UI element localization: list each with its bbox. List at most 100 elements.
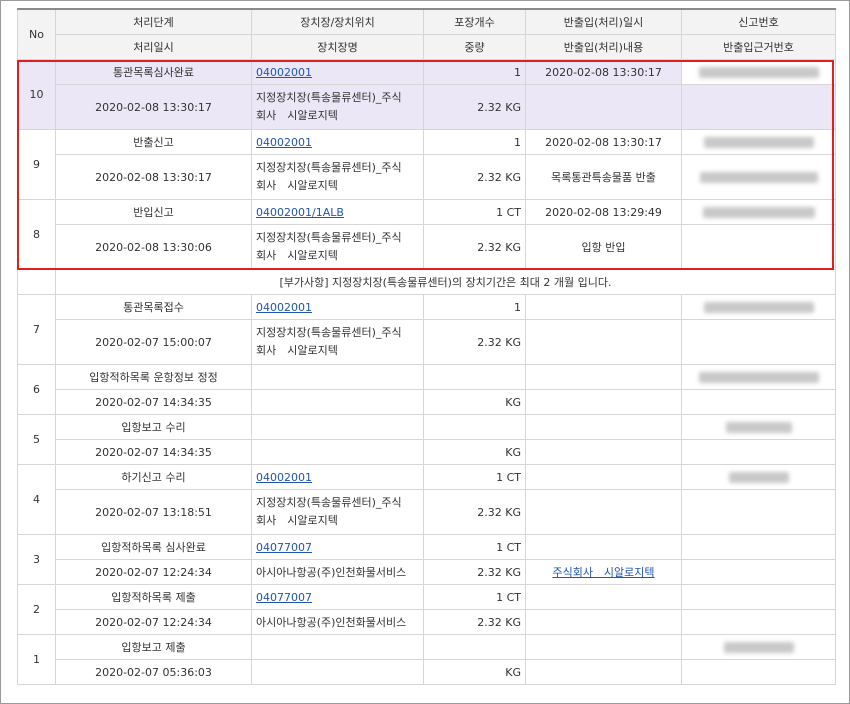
row-no: 10 <box>17 59 56 130</box>
row-process-time: 2020-02-07 15:00:07 <box>55 319 252 365</box>
row-io-time <box>525 584 682 610</box>
row-stage: 반출신고 <box>55 129 252 155</box>
row-weight: KG <box>423 389 526 415</box>
row-warehouse-name: 지정장치장(특송물류센터)_주식 회사 시알로지텍 <box>251 84 424 130</box>
redacted-declaration-no <box>703 302 814 313</box>
row-basis-no <box>681 559 836 585</box>
row-io-time <box>525 364 682 390</box>
row-warehouse-name: 아시아나항공(주)인천화물서비스 <box>251 609 424 635</box>
row-declaration-no <box>681 464 836 490</box>
table-row: 8 반입신고 04002001/1ALB 1 CT 2020-02-08 13:… <box>17 199 836 270</box>
row-declaration-no <box>681 294 836 320</box>
row-no: 7 <box>17 294 56 365</box>
header-row-1: No 처리단계 장치장/장치위치 포장개수 반출입(처리)일시 신고번호 <box>17 8 836 60</box>
warehouse-name-line1: 지정장치장(특송물류센터)_주식 <box>256 161 402 174</box>
row-stage: 입항적하목록 운항정보 정정 <box>55 364 252 390</box>
row-warehouse-name <box>251 389 424 415</box>
row-io-content <box>525 389 682 415</box>
row-declaration-no <box>681 199 836 225</box>
header-declaration-no: 신고번호 <box>681 8 836 35</box>
row-io-content <box>525 609 682 635</box>
row-warehouse-name <box>251 439 424 465</box>
row-location[interactable]: 04002001 <box>251 59 424 85</box>
notice-text: [부가사항] 지정장치장(특송물류센터)의 장치기간은 최대 2 개월 입니다. <box>55 269 836 295</box>
row-location[interactable]: 04077007 <box>251 534 424 560</box>
table-row: 2020-02-07 13:18:51 지정장치장(특송물류센터)_주식 회사 시… <box>18 489 836 535</box>
table-row: 2020-02-07 12:24:34 아시아나항공(주)인천화물서비스 2.3… <box>18 609 836 635</box>
row-location[interactable]: 04002001 <box>251 464 424 490</box>
redacted-declaration-no <box>725 422 792 433</box>
row-location[interactable]: 04002001 <box>251 129 424 155</box>
row-weight: 2.32 KG <box>423 319 526 365</box>
warehouse-name-line1: 지정장치장(특송물류센터)_주식 <box>256 231 402 244</box>
location-link[interactable]: 04002001 <box>256 301 312 314</box>
row-io-content: 목록통관특송물품 반출 <box>525 154 682 200</box>
row-basis-no <box>681 659 836 685</box>
row-stage: 입항적하목록 제출 <box>55 584 252 610</box>
location-link[interactable]: 04077007 <box>256 541 312 554</box>
row-io-content <box>525 439 682 465</box>
row-weight: KG <box>423 439 526 465</box>
table-row: 2020-02-07 14:34:35 KG <box>18 389 836 415</box>
table-row: 2020-02-08 13:30:06 지정장치장(특송물류센터)_주식 회사 시… <box>18 224 836 270</box>
row-package-count <box>423 634 526 660</box>
table-row: 2020-02-07 14:34:35 KG <box>18 439 836 465</box>
row-location[interactable]: 04077007 <box>251 584 424 610</box>
row-io-time <box>525 414 682 440</box>
row-package-count: 1 CT <box>423 584 526 610</box>
row-io-time <box>525 464 682 490</box>
warehouse-name-line1: 지정장치장(특송물류센터)_주식 <box>256 91 402 104</box>
row-io-time <box>525 634 682 660</box>
row-weight: 2.32 KG <box>423 84 526 130</box>
row-process-time: 2020-02-07 14:34:35 <box>55 389 252 415</box>
header-no: No <box>17 8 56 60</box>
row-process-time: 2020-02-07 13:18:51 <box>55 489 252 535</box>
table-row: 2020-02-07 05:36:03 KG <box>18 659 836 685</box>
row-stage: 통관목록심사완료 <box>55 59 252 85</box>
row-declaration-no <box>681 584 836 610</box>
row-warehouse-name: 아시아나항공(주)인천화물서비스 <box>251 559 424 585</box>
row-no: 4 <box>17 464 56 535</box>
row-io-content[interactable]: 주식회사 시알로지텍 <box>525 559 682 585</box>
row-package-count: 1 CT <box>423 464 526 490</box>
row-basis-no <box>681 84 836 130</box>
row-no: 6 <box>17 364 56 415</box>
redacted-declaration-no <box>703 137 814 148</box>
location-link[interactable]: 04002001 <box>256 136 312 149</box>
row-location[interactable]: 04002001 <box>251 294 424 320</box>
row-no: 9 <box>17 129 56 200</box>
row-process-time: 2020-02-08 13:30:17 <box>55 154 252 200</box>
row-io-content: 입항 반입 <box>525 224 682 270</box>
row-process-time: 2020-02-07 14:34:35 <box>55 439 252 465</box>
forwarder-link[interactable]: 주식회사 시알로지텍 <box>552 566 654 579</box>
row-location[interactable]: 04002001/1ALB <box>251 199 424 225</box>
row-io-time <box>525 294 682 320</box>
location-link[interactable]: 04002001/1ALB <box>256 206 344 219</box>
redacted-declaration-no <box>698 67 819 78</box>
header-basis-no: 반출입근거번호 <box>681 34 836 60</box>
table-row: 10 통관목록심사완료 04002001 1 2020-02-08 13:30:… <box>17 59 836 130</box>
row-declaration-no <box>681 129 836 155</box>
header-stage: 처리단계 <box>55 8 252 35</box>
row-package-count: 1 <box>423 59 526 85</box>
row-warehouse-name: 지정장치장(특송물류센터)_주식 회사 시알로지텍 <box>251 154 424 200</box>
row-io-content <box>525 489 682 535</box>
table-row: 2020-02-08 13:30:17 지정장치장(특송물류센터)_주식 회사 시… <box>18 154 836 200</box>
header-io-content: 반출입(처리)내용 <box>525 34 682 60</box>
row-weight: 2.32 KG <box>423 609 526 635</box>
table-row: 7 통관목록접수 04002001 1 <box>17 294 836 365</box>
row-io-time: 2020-02-08 13:30:17 <box>525 129 682 155</box>
table-row: 2020-02-07 15:00:07 지정장치장(특송물류센터)_주식 회사 시… <box>18 319 836 365</box>
row-basis-no <box>681 224 836 270</box>
header-warehouse-name: 장치장명 <box>251 34 424 60</box>
row-package-count: 1 CT <box>423 534 526 560</box>
table-row: 2020-02-07 12:24:34 아시아나항공(주)인천화물서비스 2.3… <box>18 559 836 585</box>
location-link[interactable]: 04002001 <box>256 471 312 484</box>
location-link[interactable]: 04077007 <box>256 591 312 604</box>
warehouse-name-line2: 회사 시알로지텍 <box>256 514 338 527</box>
row-stage: 통관목록접수 <box>55 294 252 320</box>
location-link[interactable]: 04002001 <box>256 66 312 79</box>
table-row: 1 입항보고 제출 <box>17 634 836 685</box>
warehouse-name-line2: 회사 시알로지텍 <box>256 344 338 357</box>
header-row-2: 처리일시 장치장명 중량 반출입(처리)내용 반출입근거번호 <box>18 34 836 60</box>
